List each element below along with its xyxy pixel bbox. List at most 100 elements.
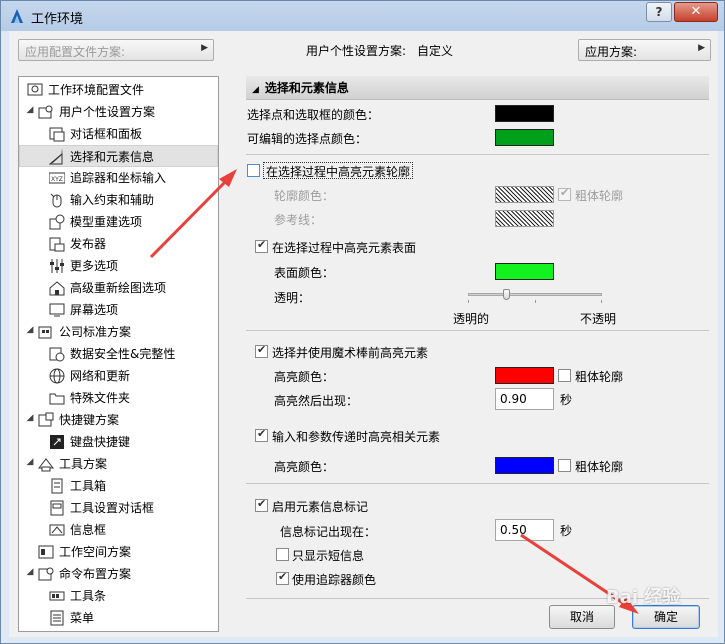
folder-icon bbox=[49, 393, 65, 404]
highlight-outline-checkbox[interactable] bbox=[247, 164, 260, 177]
infobox-icon bbox=[49, 524, 65, 535]
company-icon bbox=[38, 326, 52, 338]
mouse-icon bbox=[50, 193, 62, 207]
workspace-icon bbox=[38, 545, 54, 558]
highlight-delay-seconds-label: 秒 bbox=[560, 393, 573, 407]
tree-item-dialogs[interactable]: 对话框和面板 bbox=[49, 123, 142, 145]
reference-line-swatch[interactable] bbox=[495, 210, 554, 227]
profile-scheme-dropdown[interactable]: 应用配置文件方案: ▶ bbox=[18, 39, 214, 61]
info-tag-delay-label: 信息标记出现在： bbox=[280, 525, 377, 539]
tree-item-label: 工作环境配置文件 bbox=[48, 83, 145, 97]
tree-item-selection-info[interactable]: i 选择和元素信息 bbox=[19, 145, 218, 167]
tree-item-label: 用户个性设置方案 bbox=[59, 105, 156, 119]
param-bold-checkbox[interactable] bbox=[558, 459, 571, 472]
tree-item-network[interactable]: 网络和更新 bbox=[49, 365, 130, 387]
profile-value: 自定义 bbox=[417, 44, 454, 58]
highlight-delay-label: 高亮然后出现： bbox=[274, 394, 359, 408]
outline-color-swatch[interactable] bbox=[495, 186, 554, 203]
tree-item-label: 工作空间方案 bbox=[59, 545, 132, 559]
tree-item-label: 网络和更新 bbox=[70, 369, 131, 383]
dialog-icon bbox=[49, 127, 65, 141]
collapse-icon[interactable]: ◢ bbox=[25, 457, 35, 467]
info-tag-label: 启用元素信息标记 bbox=[272, 500, 369, 514]
param-highlight-checkbox[interactable] bbox=[255, 427, 268, 442]
editable-point-color-swatch[interactable] bbox=[495, 129, 554, 146]
outline-bold-checkbox[interactable] bbox=[558, 186, 571, 201]
tree-item-command-layout[interactable]: 命令布置方案 bbox=[38, 563, 131, 585]
tree-item-label: 选择和元素信息 bbox=[70, 150, 155, 164]
collapse-icon[interactable]: ◢ bbox=[25, 105, 35, 115]
transparency-slider-thumb[interactable] bbox=[502, 289, 510, 300]
close-button[interactable]: ✕ bbox=[674, 2, 718, 22]
help-button[interactable]: ? bbox=[646, 2, 672, 22]
transparency-slider[interactable] bbox=[468, 293, 602, 296]
tree-item-user-settings[interactable]: 用户个性设置方案 bbox=[38, 101, 155, 123]
highlight-delay-input[interactable]: 0.90 bbox=[495, 388, 554, 410]
tree-item-special-folders[interactable]: 特殊文件夹 bbox=[49, 387, 130, 409]
tree-item-tool-settings[interactable]: 工具设置对话框 bbox=[49, 497, 154, 519]
window-title: 工作环境 bbox=[31, 12, 84, 27]
tree-item-label: 工具方案 bbox=[59, 457, 108, 471]
redraw-icon bbox=[49, 280, 65, 295]
section-header[interactable]: ◢ 选择和元素信息 bbox=[246, 76, 709, 100]
highlight-surface-label: 在选择过程中高亮元素表面 bbox=[272, 241, 417, 255]
title-bar[interactable]: 工作环境 ? ✕ bbox=[1, 1, 724, 31]
surface-color-swatch[interactable] bbox=[495, 263, 554, 280]
tree-item-label: 数据安全性&完整性 bbox=[70, 347, 176, 361]
tree-item-redraw[interactable]: 高级重新绘图选项 bbox=[49, 277, 166, 299]
tree-item-label: 公司标准方案 bbox=[59, 325, 132, 339]
selection-color-swatch[interactable] bbox=[495, 105, 554, 122]
tree-item-profile[interactable]: 工作环境配置文件 bbox=[27, 79, 144, 101]
model-rebuild-icon bbox=[49, 214, 65, 229]
tree-item-model-rebuild[interactable]: 模型重建选项 bbox=[49, 211, 142, 233]
keyboard-icon bbox=[50, 434, 64, 449]
tree-item-screen[interactable]: 屏幕选项 bbox=[49, 299, 118, 321]
info-tag-seconds-label: 秒 bbox=[560, 524, 573, 538]
short-info-checkbox[interactable] bbox=[276, 548, 289, 561]
apply-scheme-dropdown[interactable]: 应用方案: ▶ bbox=[578, 39, 711, 61]
separator bbox=[246, 330, 709, 331]
tree-item-tool-scheme[interactable]: 工具方案 bbox=[38, 453, 107, 475]
selection-info-icon: i bbox=[49, 149, 63, 164]
collapse-icon[interactable]: ◢ bbox=[25, 413, 35, 423]
magic-highlight-color-swatch[interactable] bbox=[495, 367, 554, 384]
screen-icon bbox=[49, 303, 65, 316]
tree-item-tracker[interactable]: XYZ 追踪器和坐标输入 bbox=[49, 167, 166, 189]
tree-item-shortcut-scheme[interactable]: 快捷键方案 bbox=[38, 409, 119, 431]
tree-item-label: 特殊文件夹 bbox=[70, 391, 131, 405]
magic-wand-highlight-checkbox[interactable] bbox=[255, 343, 268, 358]
param-color-swatch[interactable] bbox=[495, 457, 554, 474]
surface-color-label: 表面颜色： bbox=[274, 266, 335, 280]
param-bold-label: 粗体轮廓 bbox=[575, 460, 624, 474]
highlight-outline-label: 在选择过程中高亮元素轮廓 bbox=[266, 165, 411, 179]
settings-tree[interactable]: 工作环境配置文件 ◢ 用户个性设置方案 对话框和面板 i 选择和元素信息 XYZ 追… bbox=[18, 76, 219, 632]
tree-item-data-safety[interactable]: 数据安全性&完整性 bbox=[49, 343, 175, 365]
tree-item-infobox[interactable]: 信息框 bbox=[49, 519, 106, 541]
transparency-label: 透明： bbox=[274, 291, 311, 305]
info-tag-checkbox[interactable] bbox=[255, 497, 268, 512]
tree-item-input-constraints[interactable]: 输入约束和辅助 bbox=[49, 189, 154, 211]
info-tag-delay-input[interactable]: 0.50 bbox=[495, 519, 554, 541]
tree-item-toolbar[interactable]: 工具条 bbox=[49, 585, 106, 607]
tree-item-keyboard[interactable]: 键盘快捷键 bbox=[49, 431, 130, 453]
slider-tick bbox=[535, 300, 536, 303]
collapse-icon[interactable]: ◢ bbox=[25, 567, 35, 577]
reference-line-label: 参考线： bbox=[274, 213, 323, 227]
publisher-icon bbox=[49, 237, 65, 251]
tree-item-menu[interactable]: 菜单 bbox=[49, 607, 94, 629]
tree-item-label: 菜单 bbox=[70, 611, 95, 625]
tree-item-publisher[interactable]: 发布器 bbox=[49, 233, 106, 255]
tree-item-company[interactable]: 公司标准方案 bbox=[38, 321, 131, 343]
tree-item-toolbox[interactable]: 工具箱 bbox=[49, 475, 106, 497]
highlight-surface-checkbox[interactable] bbox=[255, 238, 268, 253]
tracker-color-checkbox[interactable] bbox=[276, 570, 289, 585]
tree-item-more-options[interactable]: 更多选项 bbox=[49, 255, 118, 277]
svg-text:XYZ: XYZ bbox=[51, 176, 63, 183]
tree-item-workspace[interactable]: 工作空间方案 bbox=[38, 541, 131, 563]
outline-bold-label: 粗体轮廓 bbox=[575, 189, 624, 203]
toolbar-icon bbox=[49, 591, 65, 600]
tree-item-label: 对话框和面板 bbox=[70, 127, 143, 141]
collapse-icon[interactable]: ◢ bbox=[25, 325, 35, 335]
magic-bold-checkbox[interactable] bbox=[558, 369, 571, 382]
network-icon bbox=[49, 368, 65, 383]
